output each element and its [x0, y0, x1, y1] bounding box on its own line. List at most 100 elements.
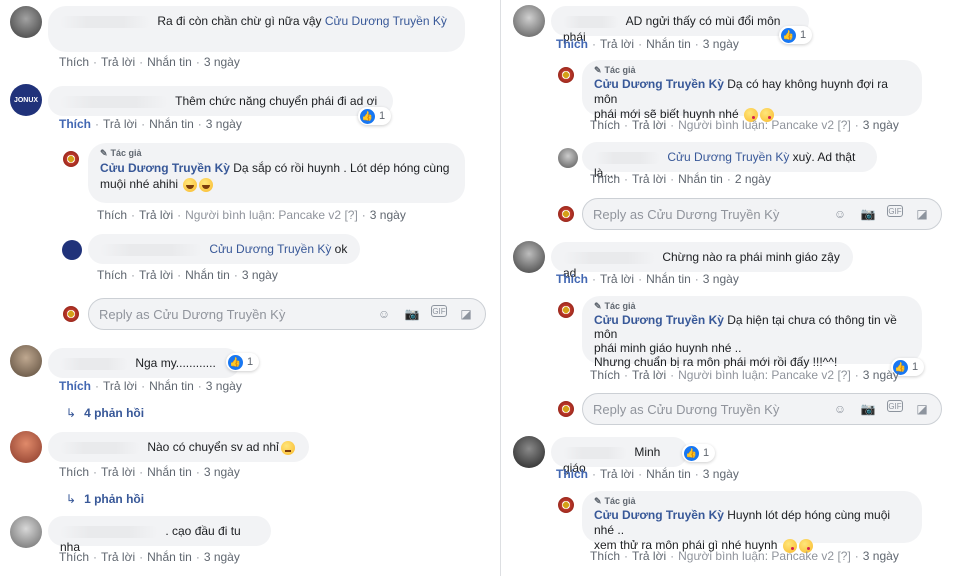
timestamp[interactable]: 3 ngày: [204, 55, 240, 69]
like-link[interactable]: Thích: [590, 172, 620, 186]
timestamp[interactable]: 3 ngày: [863, 549, 899, 563]
message-link[interactable]: Nhắn tin: [646, 467, 691, 481]
timestamp[interactable]: 3 ngày: [863, 368, 899, 382]
like-link[interactable]: Thích: [590, 368, 620, 382]
smiley-icon[interactable]: ☺: [831, 400, 849, 418]
like-link[interactable]: Thích: [59, 465, 89, 479]
page-avatar[interactable]: [558, 67, 574, 83]
avatar[interactable]: [558, 148, 578, 168]
reaction-count[interactable]: 👍 1: [779, 26, 813, 44]
page-avatar[interactable]: [63, 151, 79, 167]
like-link[interactable]: Thích: [59, 117, 91, 131]
timestamp[interactable]: 3 ngày: [206, 117, 242, 131]
avatar[interactable]: [10, 345, 42, 377]
like-link[interactable]: Thích: [97, 208, 127, 222]
sticker-icon[interactable]: ◪: [457, 305, 475, 323]
like-link[interactable]: Thích: [59, 379, 91, 393]
help-flag[interactable]: [?]: [837, 118, 850, 132]
page-mention-link[interactable]: Cửu Dương Truyền Kỳ: [667, 150, 789, 164]
avatar[interactable]: [10, 516, 42, 548]
page-mention-link[interactable]: Cửu Dương Truyền Kỳ: [209, 242, 331, 256]
timestamp[interactable]: 3 ngày: [370, 208, 406, 222]
message-link[interactable]: Nhắn tin: [147, 465, 192, 479]
camera-icon[interactable]: 📷: [859, 205, 877, 223]
help-flag[interactable]: [?]: [837, 368, 850, 382]
comment-actions: Thích · Trả lời · Nhắn tin · 3 ngày: [556, 37, 739, 51]
avatar[interactable]: [62, 240, 82, 260]
reply-link[interactable]: Trả lời: [632, 549, 666, 563]
reply-link[interactable]: Trả lời: [139, 208, 173, 222]
reply-link[interactable]: Trả lời: [101, 55, 135, 69]
reply-link[interactable]: Trả lời: [600, 467, 634, 481]
like-link[interactable]: Thích: [590, 549, 620, 563]
message-link[interactable]: Nhắn tin: [646, 272, 691, 286]
sticker-icon[interactable]: ◪: [913, 400, 931, 418]
smiley-icon[interactable]: ☺: [831, 205, 849, 223]
timestamp[interactable]: 3 ngày: [863, 118, 899, 132]
timestamp[interactable]: 3 ngày: [204, 465, 240, 479]
avatar[interactable]: [513, 436, 545, 468]
page-avatar[interactable]: [558, 302, 574, 318]
avatar[interactable]: [10, 431, 42, 463]
reply-bubble: ✎ Tác giả Cửu Dương Truyền Kỳ Dạ hiện tại…: [582, 296, 922, 369]
reply-input[interactable]: Reply as Cửu Dương Truyền Kỳ ☺ 📷 GIF ◪: [582, 198, 942, 230]
reply-link[interactable]: Trả lời: [632, 118, 666, 132]
timestamp[interactable]: 3 ngày: [242, 268, 278, 282]
message-link[interactable]: Nhắn tin: [149, 117, 194, 131]
message-link[interactable]: Nhắn tin: [646, 37, 691, 51]
help-flag[interactable]: [?]: [837, 549, 850, 563]
like-link[interactable]: Thích: [590, 118, 620, 132]
avatar[interactable]: [513, 241, 545, 273]
like-link[interactable]: Thích: [59, 55, 89, 69]
author-name-link[interactable]: Cửu Dương Truyền Kỳ: [594, 313, 724, 327]
like-link[interactable]: Thích: [556, 37, 588, 51]
gif-icon[interactable]: GIF: [887, 400, 903, 412]
reply-link[interactable]: Trả lời: [101, 465, 135, 479]
reaction-count[interactable]: 👍 1: [226, 353, 260, 371]
author-name-link[interactable]: Cửu Dương Truyền Kỳ: [594, 508, 724, 522]
gif-icon[interactable]: GIF: [887, 205, 903, 217]
view-replies-link[interactable]: ↳ 4 phản hồi: [66, 406, 144, 420]
smiley-icon[interactable]: ☺: [375, 305, 393, 323]
avatar[interactable]: JONUX: [10, 84, 42, 116]
message-link[interactable]: Nhắn tin: [149, 379, 194, 393]
like-link[interactable]: Thích: [556, 467, 588, 481]
timestamp[interactable]: 3 ngày: [703, 37, 739, 51]
reply-link[interactable]: Trả lời: [632, 368, 666, 382]
avatar[interactable]: [513, 5, 545, 37]
like-link[interactable]: Thích: [59, 550, 89, 564]
message-link[interactable]: Nhắn tin: [678, 172, 723, 186]
timestamp[interactable]: 3 ngày: [204, 550, 240, 564]
reply-link[interactable]: Trả lời: [103, 379, 137, 393]
author-name-link[interactable]: Cửu Dương Truyền Kỳ: [100, 161, 230, 175]
reply-link[interactable]: Trả lời: [101, 550, 135, 564]
timestamp[interactable]: 3 ngày: [703, 467, 739, 481]
sticker-icon[interactable]: ◪: [913, 205, 931, 223]
message-link[interactable]: Nhắn tin: [147, 550, 192, 564]
like-link[interactable]: Thích: [97, 268, 127, 282]
page-avatar[interactable]: [558, 497, 574, 513]
reply-link[interactable]: Trả lời: [103, 117, 137, 131]
reaction-count[interactable]: 👍 1: [358, 107, 392, 125]
timestamp[interactable]: 3 ngày: [206, 379, 242, 393]
camera-icon[interactable]: 📷: [403, 305, 421, 323]
timestamp[interactable]: 3 ngày: [703, 272, 739, 286]
reply-link[interactable]: Trả lời: [632, 172, 666, 186]
timestamp[interactable]: 2 ngày: [735, 172, 771, 186]
message-link[interactable]: Nhắn tin: [147, 55, 192, 69]
reply-link[interactable]: Trả lời: [139, 268, 173, 282]
message-link[interactable]: Nhắn tin: [185, 268, 230, 282]
reply-input[interactable]: Reply as Cửu Dương Truyền Kỳ ☺ 📷 GIF ◪: [582, 393, 942, 425]
camera-icon[interactable]: 📷: [859, 400, 877, 418]
like-link[interactable]: Thích: [556, 272, 588, 286]
reaction-count[interactable]: 👍 1: [682, 444, 716, 462]
page-mention-link[interactable]: Cửu Dương Truyền Kỳ: [325, 14, 447, 28]
avatar[interactable]: [10, 6, 42, 38]
reply-link[interactable]: Trả lời: [600, 272, 634, 286]
help-flag[interactable]: [?]: [344, 208, 357, 222]
author-name-link[interactable]: Cửu Dương Truyền Kỳ: [594, 77, 724, 91]
reply-link[interactable]: Trả lời: [600, 37, 634, 51]
gif-icon[interactable]: GIF: [431, 305, 447, 317]
view-replies-link[interactable]: ↳ 1 phản hồi: [66, 492, 144, 506]
reply-input[interactable]: Reply as Cửu Dương Truyền Kỳ ☺ 📷 GIF ◪: [88, 298, 486, 330]
